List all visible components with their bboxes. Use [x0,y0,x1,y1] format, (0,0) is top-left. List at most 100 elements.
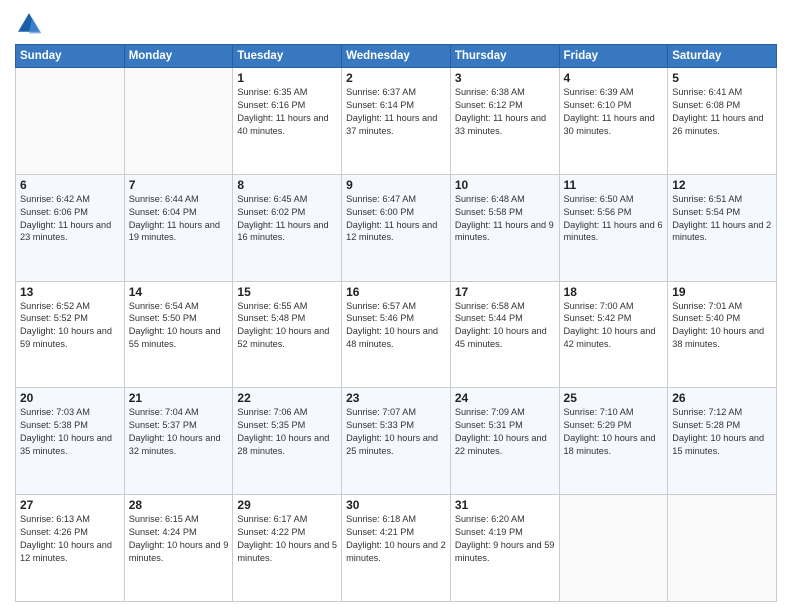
day-number: 17 [455,285,555,299]
day-info: Sunrise: 6:41 AM Sunset: 6:08 PM Dayligh… [672,86,772,138]
day-info: Sunrise: 7:06 AM Sunset: 5:35 PM Dayligh… [237,406,337,458]
calendar-cell: 14Sunrise: 6:54 AM Sunset: 5:50 PM Dayli… [124,281,233,388]
day-number: 21 [129,391,229,405]
day-info: Sunrise: 7:01 AM Sunset: 5:40 PM Dayligh… [672,300,772,352]
calendar-cell: 26Sunrise: 7:12 AM Sunset: 5:28 PM Dayli… [668,388,777,495]
calendar-cell: 4Sunrise: 6:39 AM Sunset: 6:10 PM Daylig… [559,68,668,175]
calendar-cell: 11Sunrise: 6:50 AM Sunset: 5:56 PM Dayli… [559,174,668,281]
day-number: 5 [672,71,772,85]
day-number: 25 [564,391,664,405]
calendar-week: 1Sunrise: 6:35 AM Sunset: 6:16 PM Daylig… [16,68,777,175]
calendar-week: 13Sunrise: 6:52 AM Sunset: 5:52 PM Dayli… [16,281,777,388]
day-info: Sunrise: 6:35 AM Sunset: 6:16 PM Dayligh… [237,86,337,138]
day-number: 20 [20,391,120,405]
day-info: Sunrise: 6:39 AM Sunset: 6:10 PM Dayligh… [564,86,664,138]
calendar-table: SundayMondayTuesdayWednesdayThursdayFrid… [15,44,777,602]
calendar-cell: 30Sunrise: 6:18 AM Sunset: 4:21 PM Dayli… [342,495,451,602]
day-info: Sunrise: 6:54 AM Sunset: 5:50 PM Dayligh… [129,300,229,352]
day-number: 8 [237,178,337,192]
day-info: Sunrise: 7:04 AM Sunset: 5:37 PM Dayligh… [129,406,229,458]
day-info: Sunrise: 6:37 AM Sunset: 6:14 PM Dayligh… [346,86,446,138]
day-info: Sunrise: 6:47 AM Sunset: 6:00 PM Dayligh… [346,193,446,245]
day-info: Sunrise: 7:10 AM Sunset: 5:29 PM Dayligh… [564,406,664,458]
day-number: 13 [20,285,120,299]
day-number: 7 [129,178,229,192]
day-number: 30 [346,498,446,512]
day-number: 15 [237,285,337,299]
day-number: 23 [346,391,446,405]
day-info: Sunrise: 6:50 AM Sunset: 5:56 PM Dayligh… [564,193,664,245]
day-info: Sunrise: 7:12 AM Sunset: 5:28 PM Dayligh… [672,406,772,458]
day-info: Sunrise: 6:48 AM Sunset: 5:58 PM Dayligh… [455,193,555,245]
day-info: Sunrise: 6:17 AM Sunset: 4:22 PM Dayligh… [237,513,337,565]
day-info: Sunrise: 7:03 AM Sunset: 5:38 PM Dayligh… [20,406,120,458]
day-number: 4 [564,71,664,85]
weekday-header: Friday [559,45,668,68]
calendar-cell: 21Sunrise: 7:04 AM Sunset: 5:37 PM Dayli… [124,388,233,495]
day-info: Sunrise: 6:15 AM Sunset: 4:24 PM Dayligh… [129,513,229,565]
day-number: 2 [346,71,446,85]
day-number: 19 [672,285,772,299]
calendar-cell: 29Sunrise: 6:17 AM Sunset: 4:22 PM Dayli… [233,495,342,602]
day-info: Sunrise: 6:57 AM Sunset: 5:46 PM Dayligh… [346,300,446,352]
calendar-cell [124,68,233,175]
day-info: Sunrise: 6:51 AM Sunset: 5:54 PM Dayligh… [672,193,772,245]
day-number: 22 [237,391,337,405]
day-number: 6 [20,178,120,192]
calendar-cell: 16Sunrise: 6:57 AM Sunset: 5:46 PM Dayli… [342,281,451,388]
calendar-cell: 6Sunrise: 6:42 AM Sunset: 6:06 PM Daylig… [16,174,125,281]
calendar-cell [559,495,668,602]
day-info: Sunrise: 6:58 AM Sunset: 5:44 PM Dayligh… [455,300,555,352]
calendar-body: 1Sunrise: 6:35 AM Sunset: 6:16 PM Daylig… [16,68,777,602]
weekday-header: Sunday [16,45,125,68]
calendar-cell: 27Sunrise: 6:13 AM Sunset: 4:26 PM Dayli… [16,495,125,602]
day-number: 18 [564,285,664,299]
calendar-cell: 25Sunrise: 7:10 AM Sunset: 5:29 PM Dayli… [559,388,668,495]
calendar-cell: 1Sunrise: 6:35 AM Sunset: 6:16 PM Daylig… [233,68,342,175]
day-number: 9 [346,178,446,192]
day-info: Sunrise: 6:18 AM Sunset: 4:21 PM Dayligh… [346,513,446,565]
calendar-cell: 24Sunrise: 7:09 AM Sunset: 5:31 PM Dayli… [450,388,559,495]
day-number: 11 [564,178,664,192]
day-number: 28 [129,498,229,512]
calendar-cell: 9Sunrise: 6:47 AM Sunset: 6:00 PM Daylig… [342,174,451,281]
calendar-cell: 23Sunrise: 7:07 AM Sunset: 5:33 PM Dayli… [342,388,451,495]
day-number: 16 [346,285,446,299]
calendar-cell: 17Sunrise: 6:58 AM Sunset: 5:44 PM Dayli… [450,281,559,388]
calendar-cell: 13Sunrise: 6:52 AM Sunset: 5:52 PM Dayli… [16,281,125,388]
calendar-cell: 31Sunrise: 6:20 AM Sunset: 4:19 PM Dayli… [450,495,559,602]
day-info: Sunrise: 6:45 AM Sunset: 6:02 PM Dayligh… [237,193,337,245]
calendar-cell: 22Sunrise: 7:06 AM Sunset: 5:35 PM Dayli… [233,388,342,495]
calendar-week: 27Sunrise: 6:13 AM Sunset: 4:26 PM Dayli… [16,495,777,602]
day-number: 26 [672,391,772,405]
day-info: Sunrise: 6:42 AM Sunset: 6:06 PM Dayligh… [20,193,120,245]
page: SundayMondayTuesdayWednesdayThursdayFrid… [0,0,792,612]
calendar-cell: 10Sunrise: 6:48 AM Sunset: 5:58 PM Dayli… [450,174,559,281]
day-number: 14 [129,285,229,299]
header [15,10,777,38]
weekday-header: Thursday [450,45,559,68]
weekday-header: Saturday [668,45,777,68]
day-number: 24 [455,391,555,405]
calendar-cell: 28Sunrise: 6:15 AM Sunset: 4:24 PM Dayli… [124,495,233,602]
day-number: 3 [455,71,555,85]
day-number: 1 [237,71,337,85]
calendar-cell: 15Sunrise: 6:55 AM Sunset: 5:48 PM Dayli… [233,281,342,388]
calendar-cell [668,495,777,602]
calendar-week: 20Sunrise: 7:03 AM Sunset: 5:38 PM Dayli… [16,388,777,495]
calendar-cell: 2Sunrise: 6:37 AM Sunset: 6:14 PM Daylig… [342,68,451,175]
day-info: Sunrise: 6:13 AM Sunset: 4:26 PM Dayligh… [20,513,120,565]
day-info: Sunrise: 7:09 AM Sunset: 5:31 PM Dayligh… [455,406,555,458]
day-info: Sunrise: 6:20 AM Sunset: 4:19 PM Dayligh… [455,513,555,565]
calendar-cell: 8Sunrise: 6:45 AM Sunset: 6:02 PM Daylig… [233,174,342,281]
logo [15,10,47,38]
day-number: 10 [455,178,555,192]
day-info: Sunrise: 6:44 AM Sunset: 6:04 PM Dayligh… [129,193,229,245]
weekday-header: Tuesday [233,45,342,68]
calendar-cell [16,68,125,175]
weekday-header: Monday [124,45,233,68]
logo-icon [15,10,43,38]
day-number: 31 [455,498,555,512]
weekday-header: Wednesday [342,45,451,68]
day-number: 29 [237,498,337,512]
